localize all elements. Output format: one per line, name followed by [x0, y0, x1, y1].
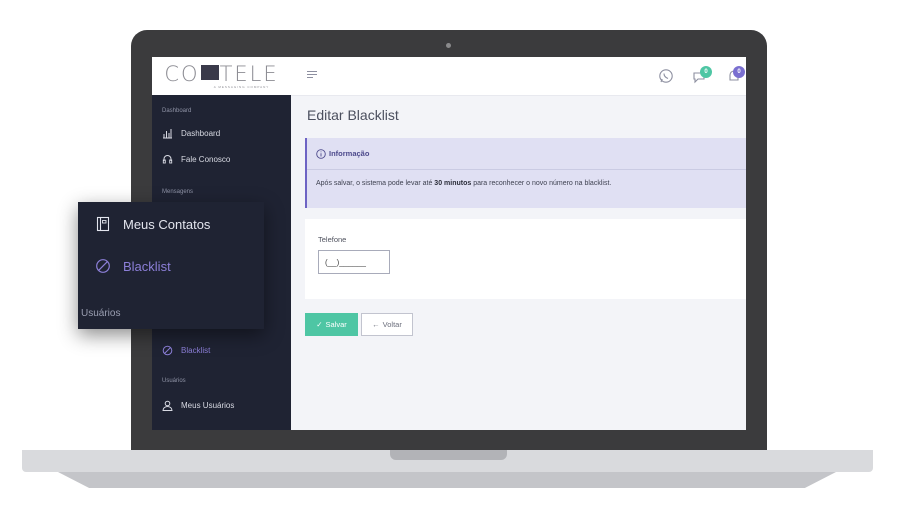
main-content: Editar Blacklist Informação Após salvar,… [291, 95, 746, 430]
info-text-before: Após salvar, o sistema pode levar até [316, 180, 435, 187]
sidebar-section-mensagens: Mensagens [162, 189, 194, 195]
phone-label: Telefone [318, 235, 347, 244]
info-icon [316, 148, 326, 159]
sidebar-zoom-callout: Meus Contatos Blacklist Usuários [78, 202, 264, 329]
info-alert-header: Informação [307, 138, 746, 170]
logo[interactable]: CO TELE A MESSAGING COMPANY [152, 57, 291, 95]
sidebar-item-label: Dashboard [181, 129, 221, 138]
logo-tagline: A MESSAGING COMPANY [213, 84, 270, 89]
back-button-label: Voltar [382, 320, 402, 329]
info-alert-heading: Informação [329, 149, 370, 158]
sidebar-item-blacklist[interactable]: Blacklist [162, 345, 210, 356]
phone-input[interactable] [318, 250, 390, 274]
sidebar-item-label: Fale Conosco [181, 155, 231, 164]
zoom-item-label: Meus Contatos [123, 216, 211, 232]
menu-toggle-icon[interactable] [307, 71, 317, 79]
whatsapp-icon[interactable] [658, 68, 674, 84]
check-icon: ✓ [316, 320, 323, 329]
info-text-bold: 30 minutos [434, 180, 472, 187]
save-button-label: Salvar [325, 320, 347, 329]
sidebar-item-fale-conosco[interactable]: Fale Conosco [162, 154, 230, 165]
save-button[interactable]: ✓ Salvar [305, 313, 358, 336]
camera-dot [446, 43, 451, 48]
zoom-section-usuarios: Usuários [81, 308, 121, 319]
chat-badge: 0 [700, 66, 712, 78]
info-alert-text: Após salvar, o sistema pode levar até 30… [316, 180, 611, 187]
contacts-book-icon [96, 216, 110, 232]
zoom-item-meus-contatos[interactable]: Meus Contatos [95, 216, 210, 232]
laptop-notch [390, 450, 507, 460]
bar-chart-icon [163, 129, 172, 139]
top-bar: CO TELE A MESSAGING COMPANY 0 0 [152, 57, 746, 96]
info-text-after: para reconhecer o novo número na blackli… [471, 180, 612, 187]
headset-icon [162, 155, 173, 164]
sidebar-item-meus-usuarios[interactable]: Meus Usuários [162, 400, 234, 411]
logo-mark [200, 65, 219, 80]
arrow-left-icon: ← [372, 320, 380, 329]
user-icon [162, 400, 173, 411]
ban-icon [162, 345, 173, 356]
page-title: Editar Blacklist [307, 107, 399, 123]
sidebar-item-label: Meus Usuários [181, 401, 235, 410]
sidebar-section-dashboard: Dashboard [162, 108, 192, 114]
back-button[interactable]: ← Voltar [361, 313, 413, 336]
logo-text-right: TELE [219, 61, 279, 86]
sidebar-item-label: Blacklist [181, 346, 211, 355]
zoom-item-label: Blacklist [123, 258, 171, 274]
ban-icon [96, 259, 110, 273]
zoom-item-blacklist[interactable]: Blacklist [95, 258, 171, 274]
notification-badge: 0 [733, 66, 745, 78]
phone-form-card: Telefone [305, 219, 746, 299]
sidebar-section-usuarios: Usuários [162, 378, 186, 384]
logo-text-left: CO [164, 61, 200, 86]
sidebar-item-dashboard[interactable]: Dashboard [162, 128, 220, 139]
info-alert: Informação Após salvar, o sistema pode l… [305, 138, 746, 208]
laptop-base-edge [58, 472, 836, 488]
